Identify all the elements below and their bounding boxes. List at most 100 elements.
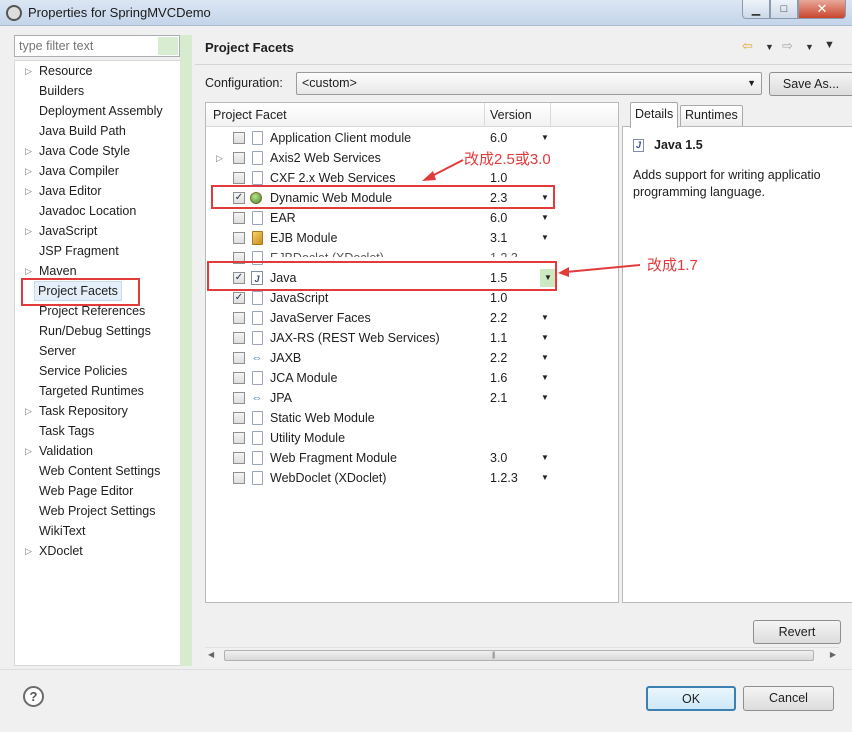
sidebar-item[interactable]: ▷ JavaScript — [25, 221, 97, 241]
sidebar-item[interactable]: ▷ Validation — [25, 441, 93, 461]
facet-version[interactable]: 1.6 — [490, 368, 507, 388]
table-row[interactable]: ▷ Axis2 Web Services — [206, 148, 618, 168]
sidebar-item[interactable]: Javadoc Location — [39, 201, 136, 221]
tab-details[interactable]: Details — [630, 102, 679, 128]
scroll-thumb[interactable]: ||| — [224, 650, 814, 661]
maximize-button[interactable]: □ — [770, 0, 798, 19]
column-divider[interactable] — [484, 103, 485, 127]
version-dropdown-icon[interactable]: ▼ — [541, 388, 549, 408]
expand-arrow-icon[interactable]: ▷ — [25, 441, 32, 461]
sidebar-item[interactable]: Web Content Settings — [39, 461, 160, 481]
sidebar-item[interactable]: Builders — [39, 81, 84, 101]
help-icon[interactable]: ? — [23, 686, 44, 707]
configuration-select[interactable]: <custom> ▼ — [296, 72, 762, 95]
facet-checkbox[interactable] — [233, 472, 245, 484]
facet-checkbox[interactable] — [233, 352, 245, 364]
sidebar-item[interactable]: ▷ Java Code Style — [25, 141, 130, 161]
expand-arrow-icon[interactable]: ▷ — [25, 161, 32, 181]
facet-version[interactable]: 2.2 — [490, 308, 507, 328]
facet-checkbox[interactable] — [233, 132, 245, 144]
sidebar-item[interactable]: WikiText — [39, 521, 86, 541]
forward-arrow-icon[interactable]: ⇨ — [782, 38, 793, 54]
sidebar-item[interactable]: Server — [39, 341, 76, 361]
table-row[interactable]: Web Fragment Module 3.0 ▼ — [206, 448, 618, 468]
column-divider[interactable] — [550, 103, 551, 127]
expand-arrow-icon[interactable]: ▷ — [216, 148, 223, 168]
sidebar-item[interactable]: Web Page Editor — [39, 481, 133, 501]
clear-filter-button[interactable] — [158, 37, 178, 55]
sidebar-item[interactable]: Deployment Assembly — [39, 101, 163, 121]
forward-menu-chevron-icon[interactable]: ▼ — [805, 42, 814, 52]
expand-arrow-icon[interactable]: ▷ — [25, 141, 32, 161]
back-arrow-icon[interactable]: ⇦ — [742, 38, 753, 54]
facet-checkbox[interactable] — [233, 172, 245, 184]
table-row[interactable]: WebDoclet (XDoclet) 1.2.3 ▼ — [206, 468, 618, 488]
facet-checkbox[interactable] — [233, 332, 245, 344]
expand-arrow-icon[interactable]: ▷ — [25, 401, 32, 421]
table-row[interactable]: ⇔ JPA 2.1 ▼ — [206, 388, 618, 408]
sidebar-item[interactable]: ▷ Resource — [25, 61, 93, 81]
column-header-version[interactable]: Version — [490, 108, 532, 122]
minimize-button[interactable]: ▁ — [742, 0, 770, 19]
facet-checkbox[interactable] — [233, 152, 245, 164]
table-row[interactable]: EAR 6.0 ▼ — [206, 208, 618, 228]
table-row[interactable]: ⇔ JAXB 2.2 ▼ — [206, 348, 618, 368]
scroll-left-icon[interactable]: ◀ — [208, 650, 214, 659]
version-dropdown-icon[interactable]: ▼ — [541, 128, 549, 148]
ok-button[interactable]: OK — [646, 686, 736, 711]
sidebar-item[interactable]: Task Tags — [39, 421, 94, 441]
facet-checkbox[interactable] — [233, 212, 245, 224]
version-dropdown-icon[interactable]: ▼ — [541, 348, 549, 368]
sidebar-item[interactable]: Java Build Path — [39, 121, 126, 141]
facet-checkbox[interactable] — [233, 392, 245, 404]
sidebar-item[interactable]: ▷ XDoclet — [25, 541, 83, 561]
expand-arrow-icon[interactable]: ▷ — [25, 221, 32, 241]
table-row[interactable]: JAX-RS (REST Web Services) 1.1 ▼ — [206, 328, 618, 348]
expand-arrow-icon[interactable]: ▷ — [25, 181, 32, 201]
cancel-button[interactable]: Cancel — [743, 686, 834, 711]
table-row[interactable]: JCA Module 1.6 ▼ — [206, 368, 618, 388]
version-dropdown-icon[interactable]: ▼ — [541, 448, 549, 468]
table-row[interactable]: JavaServer Faces 2.2 ▼ — [206, 308, 618, 328]
facet-version[interactable]: 6.0 — [490, 128, 507, 148]
column-header-facet[interactable]: Project Facet — [213, 108, 287, 122]
facet-version[interactable]: 1.2.3 — [490, 468, 518, 488]
table-row[interactable]: Application Client module 6.0 ▼ — [206, 128, 618, 148]
sidebar-item[interactable]: ▷ Java Editor — [25, 181, 102, 201]
sidebar-item[interactable]: Service Policies — [39, 361, 127, 381]
expand-arrow-icon[interactable]: ▷ — [25, 61, 32, 81]
sidebar-item[interactable]: Targeted Runtimes — [39, 381, 144, 401]
facet-version[interactable]: 3.1 — [490, 228, 507, 248]
version-dropdown-icon[interactable]: ▼ — [541, 228, 549, 248]
facet-checkbox[interactable] — [233, 312, 245, 324]
sidebar-item[interactable]: Run/Debug Settings — [39, 321, 151, 341]
table-row[interactable]: Utility Module — [206, 428, 618, 448]
table-row[interactable]: ✓ JavaScript 1.0 — [206, 288, 618, 308]
sidebar-item[interactable]: ▷ Task Repository — [25, 401, 128, 421]
version-dropdown-icon[interactable]: ▼ — [541, 328, 549, 348]
close-button[interactable]: ✕ — [798, 0, 846, 19]
tab-runtimes[interactable]: Runtimes — [680, 105, 743, 126]
facet-version[interactable]: 3.0 — [490, 448, 507, 468]
facet-checkbox[interactable] — [233, 432, 245, 444]
facet-version[interactable]: 2.1 — [490, 388, 507, 408]
filter-input[interactable] — [15, 36, 157, 56]
revert-button[interactable]: Revert — [753, 620, 841, 644]
tree-scrollbar[interactable] — [180, 35, 192, 666]
table-row[interactable]: EJB Module 3.1 ▼ — [206, 228, 618, 248]
table-row[interactable]: Static Web Module — [206, 408, 618, 428]
facet-version[interactable]: 6.0 — [490, 208, 507, 228]
back-menu-chevron-icon[interactable]: ▼ — [765, 42, 774, 52]
facet-version[interactable]: 2.2 — [490, 348, 507, 368]
sidebar-item[interactable]: JSP Fragment — [39, 241, 119, 261]
version-dropdown-icon[interactable]: ▼ — [541, 208, 549, 228]
facet-checkbox[interactable] — [233, 372, 245, 384]
filter-field[interactable] — [14, 35, 180, 57]
version-dropdown-icon[interactable]: ▼ — [541, 468, 549, 488]
facet-version[interactable]: 1.1 — [490, 328, 507, 348]
facet-checkbox[interactable] — [233, 412, 245, 424]
horizontal-scrollbar[interactable]: ◀ ||| ▶ — [205, 647, 839, 663]
version-dropdown-icon[interactable]: ▼ — [541, 368, 549, 388]
sidebar-item[interactable]: ▷ Java Compiler — [25, 161, 119, 181]
facet-version[interactable]: 1.0 — [490, 288, 507, 308]
